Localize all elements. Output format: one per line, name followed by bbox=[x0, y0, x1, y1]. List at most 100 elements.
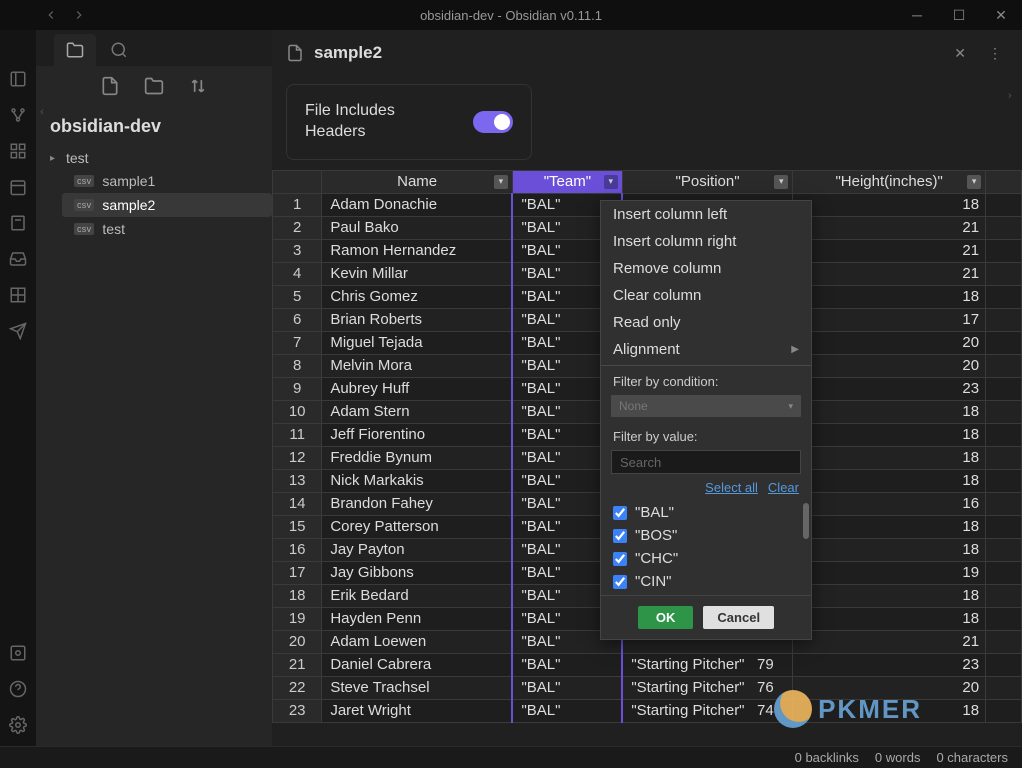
right-collapse-handle[interactable]: › bbox=[1008, 90, 1022, 102]
cell-extra[interactable] bbox=[986, 584, 1022, 607]
ctx-item[interactable]: Clear column bbox=[601, 282, 811, 309]
cell-extra[interactable] bbox=[986, 561, 1022, 584]
cell-height[interactable]: 18 bbox=[793, 446, 986, 469]
cell-height[interactable]: 20 bbox=[793, 331, 986, 354]
ctx-item[interactable]: Remove column bbox=[601, 255, 811, 282]
cell-height[interactable]: 18 bbox=[793, 538, 986, 561]
column-header-0[interactable]: Name bbox=[322, 170, 513, 193]
window-minimize-button[interactable]: ─ bbox=[896, 0, 938, 30]
cell-name[interactable]: Steve Trachsel bbox=[322, 676, 513, 699]
row-number[interactable]: 7 bbox=[273, 331, 322, 354]
cell-height[interactable]: 23 bbox=[793, 377, 986, 400]
file-item-test[interactable]: csvtest bbox=[68, 217, 272, 241]
cell-extra[interactable] bbox=[986, 308, 1022, 331]
cell-height[interactable]: 18 bbox=[793, 469, 986, 492]
nav-back-button[interactable] bbox=[40, 6, 62, 24]
cell-extra[interactable] bbox=[986, 262, 1022, 285]
cell-extra[interactable] bbox=[986, 469, 1022, 492]
cell-name[interactable]: Melvin Mora bbox=[322, 354, 513, 377]
cell-extra[interactable] bbox=[986, 653, 1022, 676]
filter-checkbox[interactable] bbox=[613, 575, 627, 589]
cell-extra[interactable] bbox=[986, 446, 1022, 469]
filter-value-item[interactable]: "CHC" bbox=[613, 547, 799, 570]
row-number[interactable]: 4 bbox=[273, 262, 322, 285]
cell-position[interactable]: "Starting Pitcher" 74 bbox=[622, 699, 792, 722]
window-close-button[interactable]: ✕ bbox=[980, 0, 1022, 30]
column-header-3[interactable]: "Height(inches)" bbox=[793, 170, 986, 193]
cell-name[interactable]: Aubrey Huff bbox=[322, 377, 513, 400]
row-number[interactable]: 23 bbox=[273, 699, 322, 722]
row-number[interactable]: 9 bbox=[273, 377, 322, 400]
cell-name[interactable]: Daniel Cabrera bbox=[322, 653, 513, 676]
table-row[interactable]: 21 Daniel Cabrera "BAL" "Starting Pitche… bbox=[273, 653, 1022, 676]
cell-height[interactable]: 18 bbox=[793, 607, 986, 630]
column-header-1[interactable]: "Team" bbox=[512, 170, 622, 193]
ctx-item[interactable]: Insert column left bbox=[601, 201, 811, 228]
filter-checkbox[interactable] bbox=[613, 529, 627, 543]
new-note-button[interactable] bbox=[100, 76, 120, 96]
inbox-icon[interactable] bbox=[9, 250, 27, 268]
cell-name[interactable]: Erik Bedard bbox=[322, 584, 513, 607]
cell-name[interactable]: Adam Donachie bbox=[322, 193, 513, 216]
cell-name[interactable]: Hayden Penn bbox=[322, 607, 513, 630]
cell-extra[interactable] bbox=[986, 515, 1022, 538]
row-number[interactable]: 18 bbox=[273, 584, 322, 607]
cell-name[interactable]: Miguel Tejada bbox=[322, 331, 513, 354]
column-filter-button[interactable] bbox=[774, 175, 788, 189]
send-icon[interactable] bbox=[9, 322, 27, 340]
file-explorer-tab[interactable] bbox=[54, 34, 96, 66]
corner-header[interactable] bbox=[273, 170, 322, 193]
filter-checkbox[interactable] bbox=[613, 506, 627, 520]
row-number[interactable]: 19 bbox=[273, 607, 322, 630]
cell-extra[interactable] bbox=[986, 607, 1022, 630]
help-icon[interactable] bbox=[9, 680, 27, 698]
cell-height[interactable]: 18 bbox=[793, 423, 986, 446]
cell-extra[interactable] bbox=[986, 492, 1022, 515]
clear-link[interactable]: Clear bbox=[768, 480, 799, 495]
cell-height[interactable]: 21 bbox=[793, 216, 986, 239]
cell-height[interactable]: 21 bbox=[793, 630, 986, 653]
new-folder-button[interactable] bbox=[144, 76, 164, 96]
folder-test[interactable]: ▸ test bbox=[50, 147, 272, 169]
cell-extra[interactable] bbox=[986, 538, 1022, 561]
cell-name[interactable]: Jaret Wright bbox=[322, 699, 513, 722]
cell-name[interactable]: Jeff Fiorentino bbox=[322, 423, 513, 446]
cell-name[interactable]: Freddie Bynum bbox=[322, 446, 513, 469]
filter-value-item[interactable]: "CIN" bbox=[613, 570, 799, 593]
filter-value-item[interactable]: "BOS" bbox=[613, 524, 799, 547]
cell-extra[interactable] bbox=[986, 377, 1022, 400]
sort-button[interactable] bbox=[188, 76, 208, 96]
cell-name[interactable]: Kevin Millar bbox=[322, 262, 513, 285]
headers-toggle[interactable] bbox=[473, 111, 513, 133]
row-number[interactable]: 6 bbox=[273, 308, 322, 331]
filter-search-input[interactable]: Search bbox=[611, 450, 801, 474]
filter-scrollbar-thumb[interactable] bbox=[803, 503, 809, 539]
cell-position[interactable]: "Starting Pitcher" 76 bbox=[622, 676, 792, 699]
left-collapse-handle[interactable]: ‹ bbox=[36, 92, 48, 132]
close-note-button[interactable]: ✕ bbox=[948, 41, 972, 66]
note-more-button[interactable]: ⋮ bbox=[982, 41, 1008, 66]
row-number[interactable]: 3 bbox=[273, 239, 322, 262]
filter-cancel-button[interactable]: Cancel bbox=[703, 606, 774, 629]
cell-extra[interactable] bbox=[986, 630, 1022, 653]
search-tab[interactable] bbox=[98, 34, 140, 66]
cell-name[interactable]: Jay Payton bbox=[322, 538, 513, 561]
cell-height[interactable]: 18 bbox=[793, 584, 986, 607]
cell-height[interactable]: 19 bbox=[793, 561, 986, 584]
cell-height[interactable]: 16 bbox=[793, 492, 986, 515]
row-number[interactable]: 8 bbox=[273, 354, 322, 377]
row-number[interactable]: 20 bbox=[273, 630, 322, 653]
calendar-icon[interactable] bbox=[9, 178, 27, 196]
file-item-sample1[interactable]: csvsample1 bbox=[68, 169, 272, 193]
vault-icon[interactable] bbox=[9, 644, 27, 662]
cell-extra[interactable] bbox=[986, 400, 1022, 423]
cell-extra[interactable] bbox=[986, 354, 1022, 377]
filter-condition-dropdown[interactable]: None bbox=[611, 395, 801, 417]
filter-ok-button[interactable]: OK bbox=[638, 606, 694, 629]
table-icon[interactable] bbox=[9, 286, 27, 304]
filter-value-item[interactable]: "BAL" bbox=[613, 501, 799, 524]
cell-name[interactable]: Brandon Fahey bbox=[322, 492, 513, 515]
cell-name[interactable]: Corey Patterson bbox=[322, 515, 513, 538]
row-number[interactable]: 5 bbox=[273, 285, 322, 308]
ctx-alignment[interactable]: Alignment ▶ bbox=[601, 336, 811, 363]
